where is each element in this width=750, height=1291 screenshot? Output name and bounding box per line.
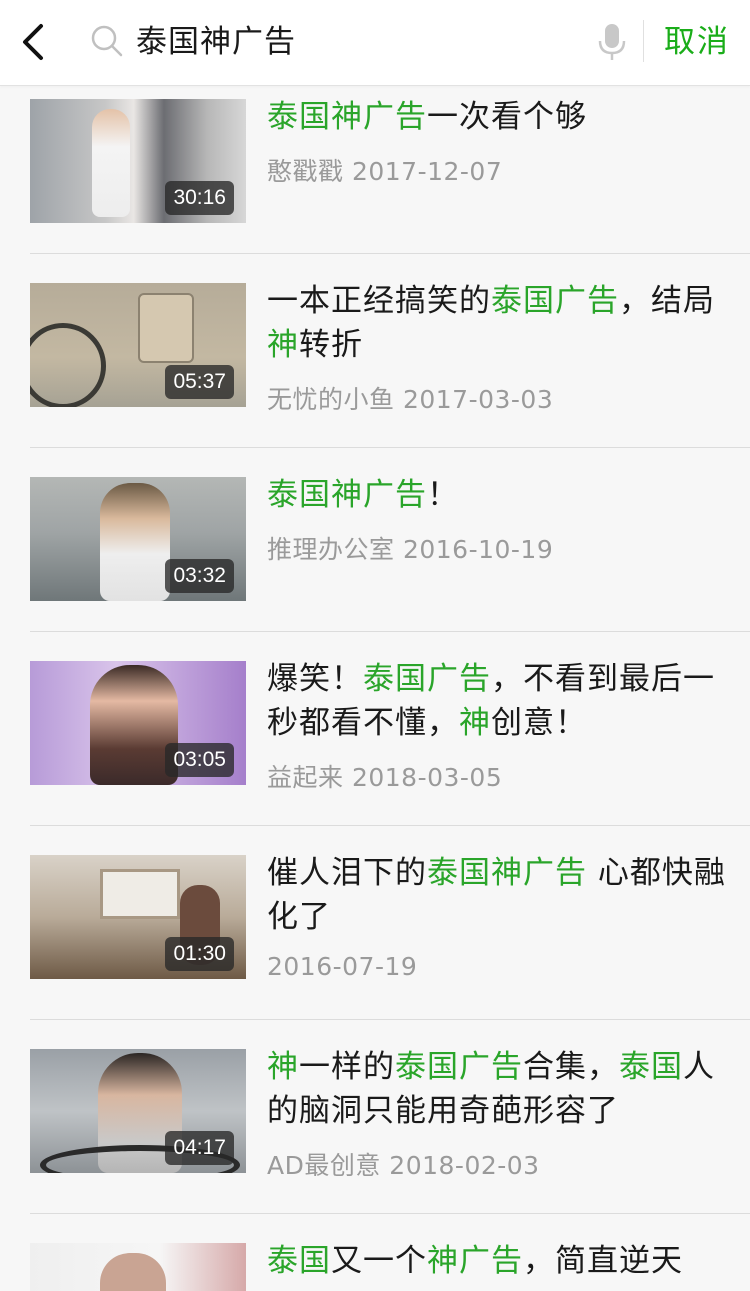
video-thumbnail[interactable]: 01:30 [30,855,246,979]
result-meta: 2016-07-19 [267,952,418,981]
result-meta: 憨戳戳 2017-12-07 [267,157,503,186]
result-meta: 推理办公室 2016-10-19 [267,535,554,564]
list-item[interactable]: 01:30 催人泪下的泰国神广告 心都快融化了 2016-07-19 [0,826,750,1019]
video-thumbnail[interactable]: 05:37 [30,283,246,407]
result-title: 爆笑！泰国广告，不看到最后一秒都看不懂，神创意！ [267,657,727,745]
video-thumbnail[interactable]: 04:17 [30,1049,246,1173]
list-item[interactable]: 04:17 神一样的泰国广告合集，泰国人的脑洞只能用奇葩形容了 AD最创意 20… [0,1020,750,1213]
chevron-left-icon [23,24,43,60]
result-meta: AD最创意 2018-02-03 [267,1151,540,1180]
list-item[interactable]: 03:32 泰国神广告！ 推理办公室 2016-10-19 [0,448,750,631]
title-text: 催人泪下的 [267,855,427,891]
video-duration: 05:37 [165,365,234,399]
back-button[interactable] [14,20,58,64]
video-duration: 30:16 [165,181,234,215]
title-keyword-highlight: 泰国广告 [363,661,491,697]
video-thumbnail[interactable]: 03:05 [30,661,246,785]
title-keyword-highlight: 泰国神广告 [267,99,427,135]
result-title: 一本正经搞笑的泰国广告，结局神转折 [267,279,727,367]
list-item[interactable]: 03:05 爆笑！泰国广告，不看到最后一秒都看不懂，神创意！ 益起来 2018-… [0,632,750,825]
search-icon [90,24,124,58]
result-title: 神一样的泰国广告合集，泰国人的脑洞只能用奇葩形容了 [267,1045,727,1133]
search-input[interactable]: 泰国神广告 [136,20,296,64]
title-keyword-highlight: 泰国广告 [491,283,619,319]
result-meta: 益起来 2018-03-05 [267,763,503,792]
title-text: 爆笑！ [267,661,363,697]
title-keyword-highlight: 神广告 [427,1243,523,1279]
title-text: 又一个 [331,1243,427,1279]
microphone-icon[interactable] [597,22,627,62]
video-duration: 01:30 [165,937,234,971]
title-text: 转折 [299,327,363,363]
video-duration: 03:32 [165,559,234,593]
title-text: 一次看个够 [427,99,587,135]
title-keyword-highlight: 泰国广告 [395,1049,523,1085]
header-divider [643,20,644,62]
title-keyword-highlight: 神 [459,705,491,741]
title-text: 合集， [523,1049,619,1085]
result-title: 泰国又一个神广告，简直逆天 [267,1239,727,1283]
list-item[interactable]: 05:37 一本正经搞笑的泰国广告，结局神转折 无忧的小鱼 2017-03-03 [0,254,750,447]
result-title: 泰国神广告！ [267,473,727,517]
cancel-button[interactable]: 取消 [664,20,730,64]
video-thumbnail[interactable]: 03:32 [30,477,246,601]
title-keyword-highlight: 泰国神广告 [267,477,427,513]
title-keyword-highlight: 神 [267,1049,299,1085]
title-keyword-highlight: 神 [267,327,299,363]
video-thumbnail[interactable] [30,1243,246,1291]
title-keyword-highlight: 泰国神广告 [427,855,587,891]
title-text: ，结局 [619,283,715,319]
title-text: ！ [427,477,459,513]
list-item[interactable]: 30:16 泰国神广告一次看个够 憨戳戳 2017-12-07 [0,86,750,253]
title-text: 一样的 [299,1049,395,1085]
title-text: 创意！ [491,705,587,741]
thumbnail-image [30,1243,246,1291]
title-keyword-highlight: 泰国 [267,1243,331,1279]
title-text: ，简直逆天 [523,1243,683,1279]
result-meta: 无忧的小鱼 2017-03-03 [267,385,554,414]
result-title: 催人泪下的泰国神广告 心都快融化了 [267,851,727,939]
list-item[interactable]: 泰国又一个神广告，简直逆天 [0,1214,750,1291]
title-keyword-highlight: 泰国 [619,1049,683,1085]
video-duration: 04:17 [165,1131,234,1165]
video-thumbnail[interactable]: 30:16 [30,99,246,223]
video-duration: 03:05 [165,743,234,777]
title-text: 一本正经搞笑的 [267,283,491,319]
result-title: 泰国神广告一次看个够 [267,95,727,139]
search-header: 泰国神广告 取消 [0,0,750,86]
